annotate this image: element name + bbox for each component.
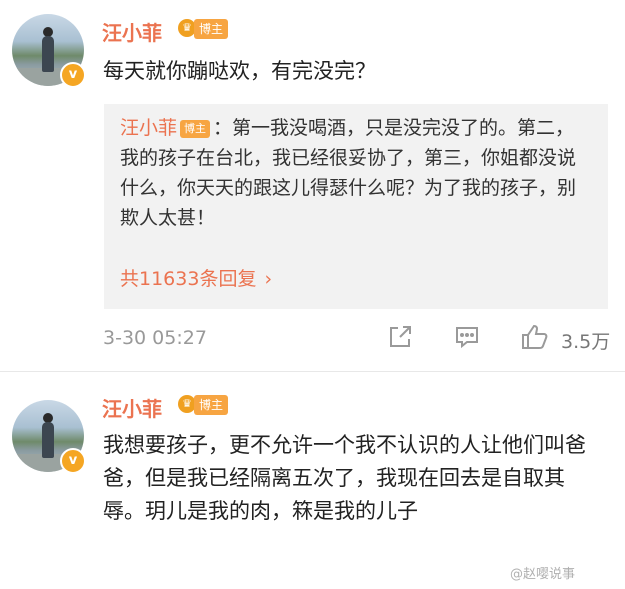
comment-text: 我想要孩子，更不允许一个我不认识的人让他们叫爸爸，但是我已经隔离五次了，我现在回… [103,433,586,523]
quoted-username[interactable]: 汪小菲 [120,117,177,139]
like-icon[interactable] [520,323,550,351]
view-replies-link[interactable]: 共11633条回复 › [120,264,272,291]
like-count: 3.5万 [561,331,611,353]
blogger-badge: 博主 [194,19,229,39]
quoted-reply-text: 汪小菲 博主 ：第一我没喝酒，只是没完没了的。第二，我的孩子在台北，我已经很妥协了，… [120,113,590,233]
chevron-right-icon: › [264,268,273,290]
comment-card: v 汪小菲 ♛ 博主 每天就你蹦哒欢，有完没完？ 汪小菲 博主 ：第一我没喝酒，只是… [0,0,625,372]
quoted-reply[interactable]: 汪小菲 博主 ：第一我没喝酒，只是没完没了的。第二，我的孩子在台北，我已经很妥协了，… [104,104,608,309]
watermark: @赵嘤说事 [510,567,576,582]
comment-card: v 汪小菲 ♛ 博主 我想要孩子，更不允许一个我不认识的人让他们叫爸爸，但是我已… [0,372,625,589]
quoted-blogger-badge: 博主 [180,120,211,138]
timestamp: 3-30 05:27 [103,327,207,349]
verified-badge-icon: v [60,448,86,474]
verified-badge-icon: v [60,62,86,88]
username[interactable]: 汪小菲 [102,17,162,46]
username[interactable]: 汪小菲 [102,393,162,422]
comment-text: 每天就你蹦哒欢，有完没完？ [103,59,376,83]
share-icon[interactable] [386,323,414,351]
blogger-badge: 博主 [194,395,229,415]
comment-icon[interactable] [453,323,481,351]
